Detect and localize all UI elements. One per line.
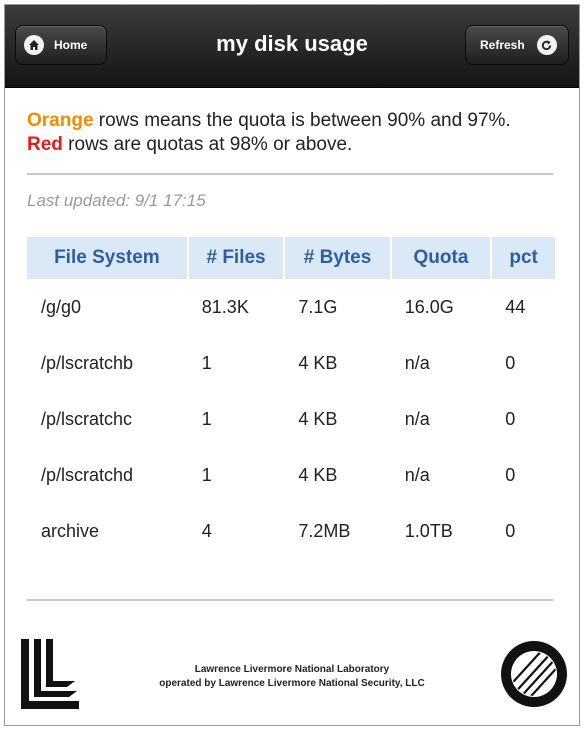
- table-row: /g/g0 81.3K 7.1G 16.0G 44: [27, 279, 555, 335]
- cell-pct: 0: [505, 520, 516, 541]
- cell-pct: 0: [505, 408, 516, 429]
- footer-line-1: Lawrence Livermore National Laboratory: [194, 664, 390, 675]
- legend-red-text: rows are quotas at 98% or above.: [62, 134, 353, 155]
- refresh-icon: [536, 35, 557, 55]
- legend-red-word: Red: [27, 134, 63, 155]
- cell-filesystem: /p/lscratchb: [41, 352, 134, 373]
- cell-bytes: 4 KB: [298, 464, 338, 485]
- cell-files: 1: [201, 352, 212, 373]
- livermore-computing-seal: [501, 641, 567, 707]
- cell-quota: 1.0TB: [404, 520, 453, 541]
- quota-legend: Orange rows means the quota is between 9…: [27, 109, 547, 157]
- refresh-button[interactable]: Refresh: [465, 25, 569, 65]
- cell-filesystem: archive: [41, 520, 100, 541]
- cell-files: 4: [201, 520, 212, 541]
- app-frame: Home my disk usage Refresh Orange rows m…: [4, 4, 580, 726]
- legend-orange-word: Orange: [27, 110, 94, 131]
- cell-filesystem: /p/lscratchd: [41, 464, 134, 485]
- cell-bytes: 7.2MB: [298, 520, 351, 541]
- cell-filesystem: /p/lscratchc: [41, 408, 133, 429]
- column-header: # Bytes: [284, 237, 392, 279]
- table-row: /p/lscratchd 1 4 KB n/a 0: [27, 447, 555, 503]
- divider: [27, 173, 553, 175]
- legend-orange-text: rows means the quota is between 90% and …: [93, 110, 511, 131]
- cell-quota: n/a: [404, 408, 430, 429]
- table-row: /p/lscratchb 1 4 KB n/a 0: [27, 335, 555, 391]
- table-header-row: File System # Files # Bytes Quota pct: [27, 237, 555, 279]
- cell-quota: 16.0G: [404, 296, 454, 317]
- column-header: # Files: [187, 237, 286, 279]
- cell-bytes: 7.1G: [298, 296, 338, 317]
- cell-quota: n/a: [404, 464, 430, 485]
- cell-bytes: 4 KB: [298, 352, 338, 373]
- disk-usage-table: File System # Files # Bytes Quota pct /g…: [27, 237, 555, 559]
- column-header: Quota: [390, 237, 493, 279]
- cell-files: 1: [201, 464, 212, 485]
- cell-files: 81.3K: [201, 296, 249, 317]
- cell-files: 1: [201, 408, 212, 429]
- footer-credit: Lawrence Livermore National Laboratory o…: [5, 663, 579, 691]
- table-row: archive 4 7.2MB 1.0TB 0: [27, 503, 555, 559]
- cell-filesystem: /g/g0: [41, 296, 82, 317]
- cell-pct: 0: [505, 352, 516, 373]
- refresh-button-label: Refresh: [480, 38, 525, 52]
- cell-quota: n/a: [404, 352, 430, 373]
- footer-line-2: operated by Lawrence Livermore National …: [159, 678, 425, 689]
- column-header: pct: [491, 237, 555, 279]
- footer-divider: [27, 599, 553, 601]
- cell-bytes: 4 KB: [298, 408, 338, 429]
- last-updated: Last updated: 9/1 17:15: [27, 191, 206, 210]
- cell-pct: 0: [505, 464, 516, 485]
- column-header: File System: [27, 237, 189, 279]
- header-bar: Home my disk usage Refresh: [5, 5, 579, 88]
- cell-pct: 44: [505, 296, 526, 317]
- table-row: /p/lscratchc 1 4 KB n/a 0: [27, 391, 555, 447]
